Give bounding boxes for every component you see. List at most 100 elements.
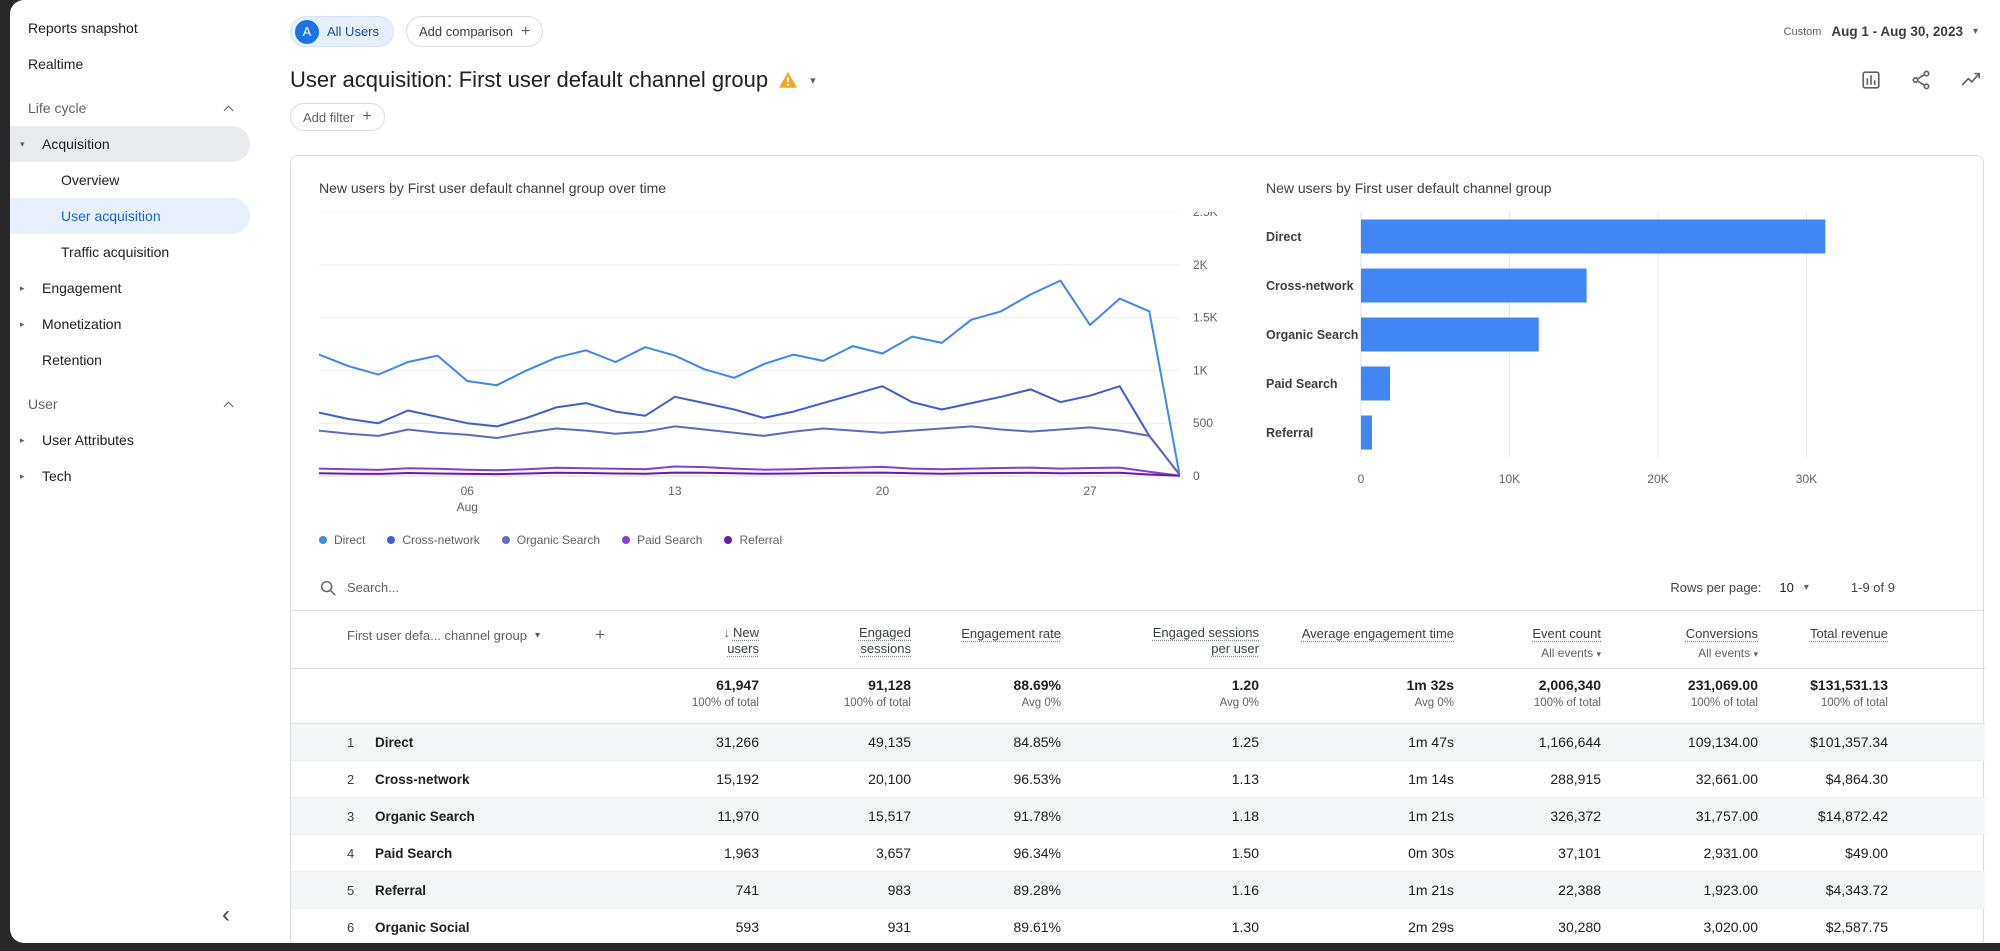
column-header-engagement-rate[interactable]: Engagement rate (911, 611, 1061, 670)
column-header-engaged-sessions[interactable]: Engaged sessions (759, 611, 911, 670)
sidebar-item-user-acquisition[interactable]: User acquisition (10, 198, 250, 234)
legend-dot-icon (622, 536, 631, 544)
add-dimension-icon[interactable]: + (595, 625, 611, 645)
metric-name: Total revenue (1809, 626, 1888, 641)
bar-chart-title: New users by First user default channel … (1266, 180, 1552, 196)
legend-dot-icon (501, 536, 510, 544)
svg-text:20: 20 (876, 484, 890, 498)
collapse-sidebar-button[interactable]: ‹ (208, 897, 244, 933)
add-filter-button[interactable]: Add filter + (290, 103, 385, 131)
legend-item-referral[interactable]: Referral (724, 533, 782, 547)
sidebar-item-user-attributes[interactable]: ▸ User Attributes (10, 422, 250, 458)
expand-arrow-icon[interactable]: ▸ (20, 435, 42, 446)
channel-cell: 5 Referral (291, 872, 611, 909)
column-subfilter[interactable]: All events ▾ (1454, 646, 1601, 660)
legend-item-paid-search[interactable]: Paid Search (622, 533, 702, 547)
sidebar-item-retention[interactable]: Retention (10, 342, 250, 378)
sidebar-item-reports-snapshot[interactable]: Reports snapshot (10, 10, 250, 46)
metric-cell: 1m 21s (1408, 808, 1454, 825)
add-comparison-button[interactable]: Add comparison + (406, 16, 544, 47)
report-title-menu-caret[interactable]: ▾ (810, 74, 816, 87)
metric-cell: 89.28% (1013, 882, 1061, 899)
sidebar-item-engagement[interactable]: ▸ Engagement (10, 270, 250, 306)
metric-cell: 326,372 (1550, 808, 1601, 825)
metric-cell: 983 (887, 882, 911, 899)
totals-subtext: 100% of total (1820, 697, 1888, 710)
customize-report-icon[interactable] (1860, 69, 1882, 91)
table-toolbar: Rows per page: 10 ▾ 1-9 of 9 (291, 565, 1983, 611)
metric-name: New users (727, 625, 759, 657)
search-input[interactable] (347, 580, 647, 595)
rows-per-page-select[interactable]: 10 ▾ (1779, 580, 1809, 595)
table-row-direct[interactable]: 1 Direct 31,266 49,135 84.85% 1.25 1m 47s 1,166… (291, 723, 1985, 761)
metric-name: Average engagement time (1301, 626, 1454, 641)
legend-item-cross-network[interactable]: Cross-network (387, 533, 480, 547)
expand-arrow-icon[interactable]: ▸ (20, 319, 42, 330)
legend-item-organic-search[interactable]: Organic Search (501, 533, 601, 547)
totals-cell: 1.20 Avg 0% (1061, 668, 1259, 725)
share-icon[interactable] (1910, 69, 1932, 91)
metric-cell: 2m 29s (1408, 919, 1454, 936)
totals-cell: 231,069.00 100% of total (1601, 668, 1758, 725)
table-row-referral[interactable]: 5 Referral 741 983 89.28% 1.16 1m 21s 22,388 1,9… (291, 871, 1985, 909)
sidebar-section-life-cycle[interactable]: Life cycle (10, 90, 250, 126)
sidebar-item-traffic-acquisition[interactable]: Traffic acquisition (10, 234, 250, 270)
metric-cell: 3,657 (875, 845, 911, 862)
totals-row: 61,947 100% of total 91,128 100% of total 88… (291, 668, 1985, 725)
table-row-cross-network[interactable]: 2 Cross-network 15,192 20,100 96.53% 1.13 1m 1… (291, 761, 1985, 798)
date-range-picker[interactable]: Custom Aug 1 - Aug 30, 2023 ▾ (1784, 24, 1982, 39)
metric-cell: 1,963 (723, 845, 759, 862)
sidebar-item-acquisition[interactable]: ▾ Acquisition (10, 126, 250, 162)
sidebar-item-overview[interactable]: Overview (10, 162, 250, 198)
row-index: 1 (347, 734, 355, 750)
expand-arrow-icon[interactable]: ▸ (20, 471, 42, 482)
expand-arrow-icon[interactable]: ▾ (20, 139, 42, 150)
sidebar-item-label: Traffic acquisition (61, 244, 170, 260)
column-subfilter-label: All events (1698, 646, 1754, 661)
column-header-total-revenue[interactable]: Total revenue (1758, 611, 1985, 670)
warning-icon[interactable] (778, 71, 798, 89)
column-header-event-count[interactable]: Event count All events ▾ (1454, 611, 1601, 670)
channel-cell-inner: 5 Referral (291, 883, 611, 898)
metric-cell: 1,923.00 (1703, 882, 1759, 899)
table-row-paid-search[interactable]: 4 Paid Search 1,963 3,657 96.34% 1.50 0m 30s 37… (291, 835, 1985, 872)
all-users-chip[interactable]: A All Users (290, 16, 395, 47)
line-chart[interactable]: 0 500 1K 1.5K 2K 2.5K 06 Aug 13 20 27 (318, 205, 1254, 527)
column-header-engaged-sessions-per-user[interactable]: Engaged sessions per user (1061, 611, 1259, 670)
chevron-left-icon: ‹ (222, 901, 230, 928)
metric-name: Engaged sessions per user (1152, 625, 1259, 657)
pagination-status: 1-9 of 9 (1850, 580, 1895, 595)
column-header-new-users[interactable]: ↓ New users (611, 611, 759, 670)
metric-cell: 89.61% (1013, 919, 1061, 936)
channel-cell-inner: 1 Direct (291, 735, 611, 750)
metric-cell: 49,135 (868, 734, 911, 751)
sidebar-item-realtime[interactable]: Realtime (10, 46, 250, 82)
svg-text:10K: 10K (1499, 472, 1520, 486)
dimension-header[interactable]: First user defa... channel group ▾ + (291, 625, 611, 645)
metric-cell: $4,343.72 (1825, 882, 1888, 899)
table-row-organic-search[interactable]: 3 Organic Search 11,970 15,517 91.78% 1.18 1m … (291, 797, 1985, 835)
insights-icon[interactable] (1960, 69, 1982, 91)
channel-cell-inner: 6 Organic Social (291, 920, 611, 935)
legend-label: Direct (334, 533, 366, 547)
column-header-conversions[interactable]: Conversions All events ▾ (1601, 611, 1758, 670)
sidebar-item-monetization[interactable]: ▸ Monetization (10, 306, 250, 342)
sidebar-item-tech[interactable]: ▸ Tech (10, 458, 250, 494)
legend-item-direct[interactable]: Direct (319, 533, 365, 547)
legend-label: Cross-network (402, 533, 480, 547)
section-label: User (28, 396, 58, 412)
legend-label: Organic Search (516, 533, 601, 547)
main-content: A All Users Add comparison + Custom Aug … (250, 0, 2000, 943)
channel-cell-inner: 2 Cross-network (291, 772, 611, 787)
sidebar-section-user[interactable]: User (10, 386, 250, 422)
bar-chart[interactable]: 0 10K 20K 30K Direct Cross-network Organic Sea… (1266, 212, 1955, 504)
totals-cell: 91,128 100% of total (759, 668, 911, 725)
filter-row: Add filter + (290, 103, 1982, 131)
table-row-organic-social[interactable]: 6 Organic Social 593 931 89.61% 1.30 2m 29s 30,… (291, 909, 1985, 943)
metric-cell: 37,101 (1558, 845, 1601, 862)
column-subfilter[interactable]: All events ▾ (1601, 646, 1758, 660)
metric-cell: 1,166,644 (1538, 734, 1601, 751)
column-header-average-engagement-time[interactable]: Average engagement time (1259, 611, 1454, 670)
expand-arrow-icon[interactable]: ▸ (20, 283, 42, 294)
chevron-down-icon: ▾ (1596, 649, 1601, 660)
